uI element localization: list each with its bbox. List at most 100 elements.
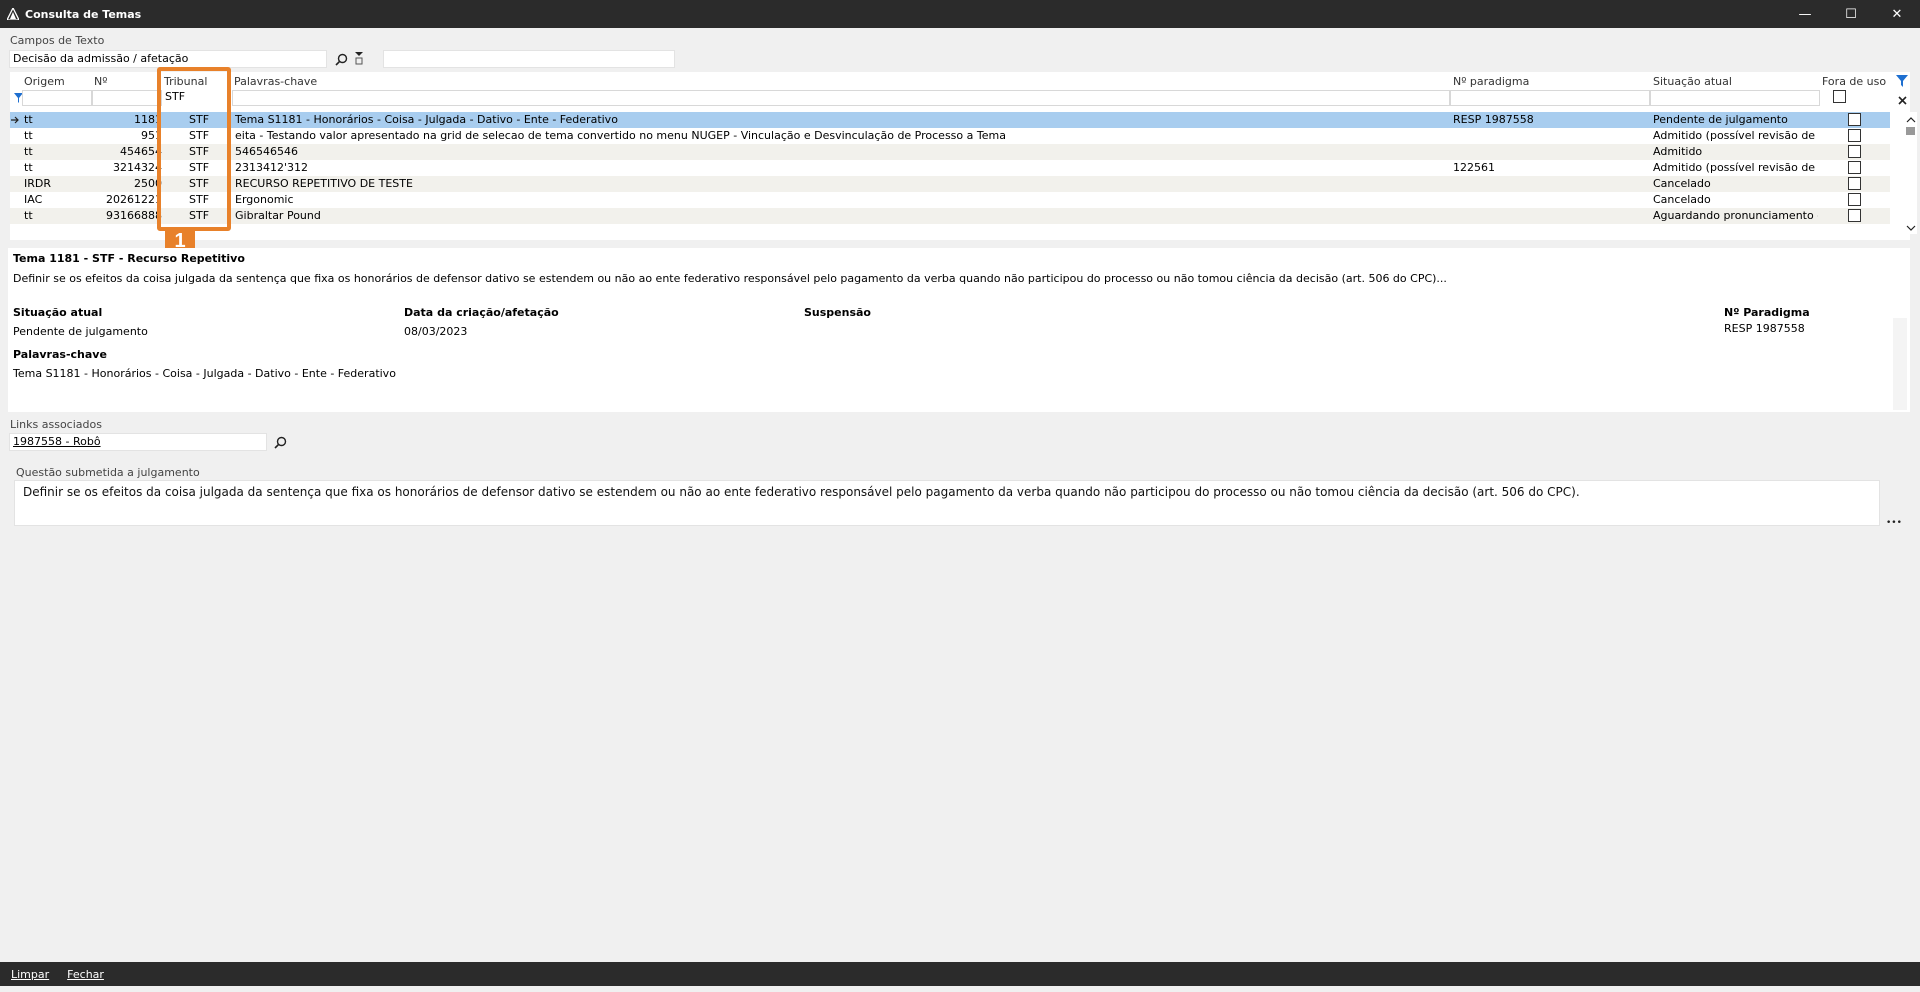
cell-fora-uso-checkbox[interactable] — [1848, 177, 1861, 190]
cell-numero: 20261221 — [106, 193, 162, 206]
cell-fora-uso-checkbox[interactable] — [1848, 129, 1861, 142]
table-row[interactable]: tt 3214324 STF 2313412'312 122561 Admiti… — [10, 160, 1890, 176]
links-label: Links associados — [10, 418, 102, 431]
cell-numero: 2500 — [134, 177, 162, 190]
table-row[interactable]: IRDR 2500 STF RECURSO REPETITIVO DE TEST… — [10, 176, 1890, 192]
filter-numero[interactable] — [92, 90, 162, 106]
cell-palavras: eita - Testando valor apresentado na gri… — [235, 129, 1006, 142]
annotation-highlight-box — [157, 67, 231, 231]
cell-origem: tt — [24, 113, 33, 126]
filter-palavras-chave[interactable] — [232, 90, 1450, 106]
cell-origem: IAC — [24, 193, 43, 206]
suspensao-label: Suspensão — [804, 306, 871, 319]
paradigma-label: Nº Paradigma — [1724, 306, 1810, 319]
title-bar: Consulta de Temas — ☐ ✕ — [0, 0, 1920, 28]
cell-numero: 951 — [141, 129, 162, 142]
cell-palavras: Gibraltar Pound — [235, 209, 321, 222]
scroll-thumb[interactable] — [1906, 127, 1915, 135]
cell-fora-uso-checkbox[interactable] — [1848, 161, 1861, 174]
filter-fora-uso — [1820, 90, 1890, 106]
cell-numero: 93166888 — [106, 209, 162, 222]
cell-paradigma: RESP 1987558 — [1453, 113, 1534, 126]
filter-paradigma[interactable] — [1450, 90, 1650, 106]
links-search-icon[interactable] — [272, 434, 288, 450]
window-title: Consulta de Temas — [25, 7, 142, 21]
limpar-button[interactable]: Limpar — [11, 968, 49, 981]
close-button[interactable]: ✕ — [1874, 0, 1920, 28]
cell-situacao: Pendente de julgamento — [1653, 113, 1788, 126]
col-situacao[interactable]: Situação atual — [1653, 75, 1732, 88]
cell-fora-uso-checkbox[interactable] — [1848, 209, 1861, 222]
situacao-label: Situação atual — [13, 306, 103, 319]
minimize-button[interactable]: — — [1782, 0, 1828, 28]
cell-origem: IRDR — [24, 177, 52, 190]
col-origem[interactable]: Origem — [24, 75, 65, 88]
palavras-chave-label: Palavras-chave — [13, 348, 107, 361]
detail-scrollbar[interactable] — [1893, 318, 1907, 410]
maximize-button[interactable]: ☐ — [1828, 0, 1874, 28]
table-row[interactable]: tt 454654 STF 546546546 Admitido — [10, 144, 1890, 160]
cell-situacao: Admitido (possível revisão de tes — [1653, 161, 1818, 174]
cell-origem: tt — [24, 161, 33, 174]
col-paradigma[interactable]: Nº paradigma — [1453, 75, 1529, 88]
cell-origem: tt — [24, 129, 33, 142]
bottom-toolbar: Limpar Fechar — [0, 962, 1920, 986]
text-search-input[interactable]: Decisão da admissão / afetação — [9, 50, 327, 68]
cell-origem: tt — [24, 209, 33, 222]
table-row[interactable]: tt 93166888 STF Gibraltar Pound Aguardan… — [10, 208, 1890, 224]
questao-text: Definir se os efeitos da coisa julgada d… — [23, 485, 1580, 499]
cell-palavras: 546546546 — [235, 145, 298, 158]
table-row[interactable]: IAC 20261221 STF Ergonomic Cancelado — [10, 192, 1890, 208]
cell-situacao: Admitido (possível revisão de tes — [1653, 129, 1818, 142]
cell-fora-uso-checkbox[interactable] — [1848, 113, 1861, 126]
col-fora-uso[interactable]: Fora de uso — [1822, 75, 1886, 88]
grid-scrollbar[interactable] — [1903, 112, 1917, 234]
links-associados-input[interactable]: 1987558 - Robô — [9, 433, 267, 451]
cell-situacao: Admitido — [1653, 145, 1703, 158]
fechar-button[interactable]: Fechar — [67, 968, 104, 981]
scroll-down-icon[interactable] — [1903, 220, 1919, 236]
cell-fora-uso-checkbox[interactable] — [1848, 193, 1861, 206]
cell-palavras: 2313412'312 — [235, 161, 309, 174]
data-criacao-value: 08/03/2023 — [404, 325, 468, 338]
temas-grid: Origem Nº Tribunal Palavras-chave Nº par… — [10, 72, 1917, 240]
filter-fora-uso-checkbox[interactable] — [1833, 90, 1846, 103]
col-numero[interactable]: Nº — [94, 75, 107, 88]
table-row[interactable]: tt 951 STF eita - Testando valor apresen… — [10, 128, 1890, 144]
situacao-value: Pendente de julgamento — [13, 325, 148, 338]
table-row[interactable]: tt 1181 STF Tema S1181 - Honorários - Co… — [10, 112, 1890, 128]
cell-origem: tt — [24, 145, 33, 158]
grid-header: Origem Nº Tribunal Palavras-chave Nº par… — [10, 72, 1910, 90]
filter-origem[interactable] — [22, 90, 92, 106]
filter-situacao[interactable] — [1650, 90, 1820, 106]
campos-texto-label: Campos de Texto — [10, 34, 105, 47]
cell-numero: 3214324 — [113, 161, 162, 174]
options-dropdown-icon[interactable] — [351, 50, 367, 66]
cell-situacao: Cancelado — [1653, 193, 1711, 206]
cell-situacao: Aguardando pronunciamento do — [1653, 209, 1818, 222]
clear-filter-icon[interactable] — [1894, 92, 1910, 108]
cell-numero: 454654 — [120, 145, 162, 158]
scroll-up-icon[interactable] — [1903, 112, 1919, 128]
col-palavras-chave[interactable]: Palavras-chave — [234, 75, 317, 88]
paradigma-value: RESP 1987558 — [1724, 322, 1805, 335]
filter-toggle-icon[interactable] — [1894, 73, 1910, 89]
palavras-chave-value: Tema S1181 - Honorários - Coisa - Julgad… — [13, 367, 396, 380]
detail-summary: Definir se os efeitos da coisa julgada d… — [13, 272, 1447, 285]
more-options-button[interactable]: ••• — [1886, 518, 1902, 528]
questao-textarea[interactable]: Definir se os efeitos da coisa julgada d… — [14, 480, 1880, 526]
cell-fora-uso-checkbox[interactable] — [1848, 145, 1861, 158]
cell-palavras: Tema S1181 - Honorários - Coisa - Julgad… — [235, 113, 618, 126]
data-criacao-label: Data da criação/afetação — [404, 306, 559, 319]
filter-row: STF — [10, 90, 1910, 107]
app-icon — [5, 6, 21, 22]
cell-palavras: RECURSO REPETITIVO DE TESTE — [235, 177, 413, 190]
cell-situacao: Cancelado — [1653, 177, 1711, 190]
cell-paradigma: 122561 — [1453, 161, 1495, 174]
secondary-search-input[interactable] — [383, 50, 675, 68]
cell-palavras: Ergonomic — [235, 193, 294, 206]
questao-label: Questão submetida a julgamento — [16, 466, 200, 479]
cell-numero: 1181 — [134, 113, 162, 126]
detail-heading: Tema 1181 - STF - Recurso Repetitivo — [13, 252, 245, 265]
search-icon[interactable] — [333, 51, 349, 67]
